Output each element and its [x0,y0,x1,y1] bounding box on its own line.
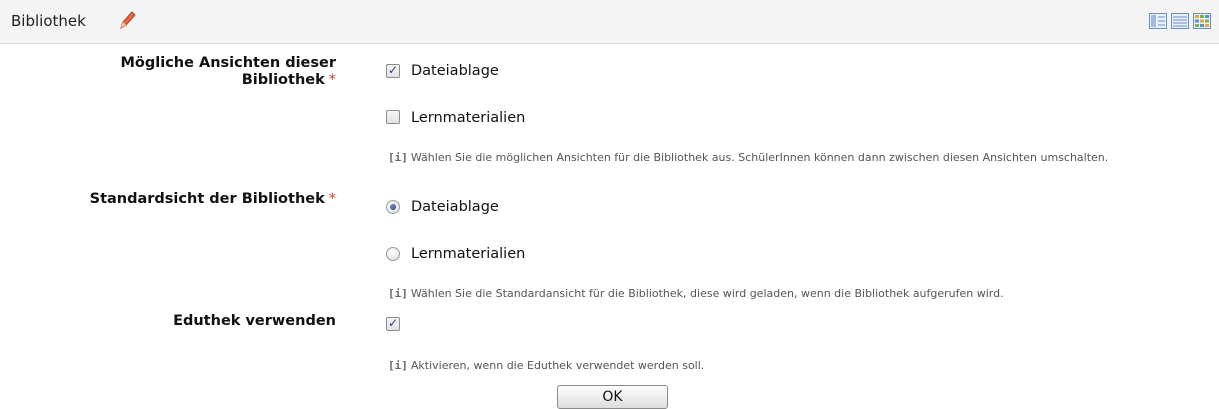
default-lernmaterialien-radio[interactable] [386,247,400,261]
section-title: Bibliothek [11,12,86,30]
eduthek-hint-text: Aktivieren, wenn die Eduthek verwendet w… [410,359,705,372]
view-dateiablage-checkbox[interactable]: ✓ [386,63,400,78]
checkmark-icon: ✓ [388,63,399,77]
view-lernmaterialien-label[interactable]: Lernmaterialien [411,110,525,126]
views-label: Mögliche Ansichten dieser Bibliothek * [120,55,336,89]
view-switcher [1149,13,1211,29]
eduthek-hint: [i] Aktivieren, wenn die Eduthek verwende… [388,357,1188,374]
detail-view-icon[interactable] [1149,13,1167,29]
checkmark-icon: ✓ [388,316,399,330]
default-view-hint-text: Wählen Sie die Standardansicht für die B… [410,287,1004,300]
ok-button[interactable]: OK [557,385,668,409]
info-icon: [i] [388,287,408,300]
info-icon: [i] [388,359,408,372]
default-view-hint: [i] Wählen Sie die Standardansicht für di… [388,285,1188,302]
eduthek-label: Eduthek verwenden [173,313,336,329]
eduthek-checkbox[interactable]: ✓ [386,316,400,331]
views-label-line1: Mögliche Ansichten dieser [120,55,336,71]
default-view-label-text: Standardsicht der Bibliothek [89,191,325,207]
radio-selected-dot [390,204,396,210]
required-marker: * [328,72,336,88]
default-dateiablage-label[interactable]: Dateiablage [411,199,499,215]
grid-view-icon[interactable] [1193,13,1211,29]
views-hint-text: Wählen Sie die möglichen Ansichten für d… [410,151,1109,164]
view-dateiablage-label[interactable]: Dateiablage [411,63,499,79]
pencil-icon[interactable] [117,9,137,31]
view-lernmaterialien-checkbox[interactable] [386,110,400,124]
list-view-icon[interactable] [1171,13,1189,29]
required-marker: * [328,191,336,207]
views-label-line2: Bibliothek [241,72,325,88]
default-lernmaterialien-label[interactable]: Lernmaterialien [411,246,525,262]
default-dateiablage-radio[interactable] [386,200,400,214]
section-header: Bibliothek [0,0,1219,44]
default-view-label: Standardsicht der Bibliothek * [90,191,336,208]
info-icon: [i] [388,151,408,164]
views-hint: [i] Wählen Sie die möglichen Ansichten fü… [388,149,1188,166]
